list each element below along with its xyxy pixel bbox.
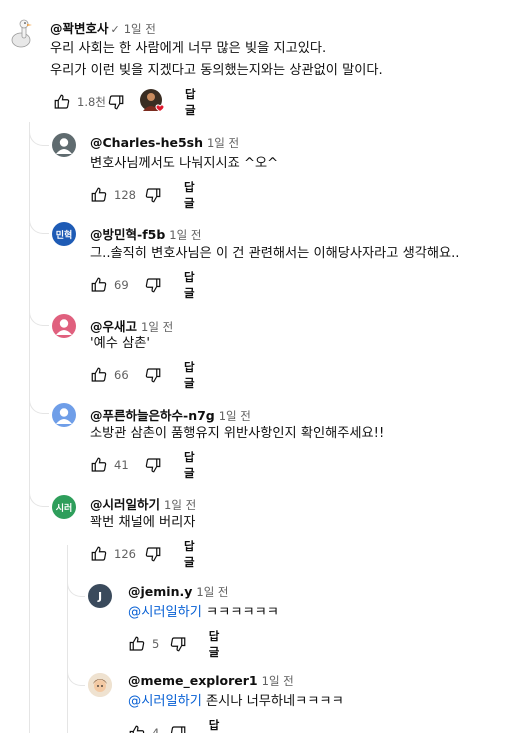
comment-text: 소방관 삼촌이 품행유지 위반사항인지 확인해주세요!! — [90, 426, 385, 441]
like-icon[interactable] — [53, 92, 71, 112]
comment-actions: 128 답글 — [90, 180, 203, 210]
comment-body: 존시나 너무하네ㅋㅋㅋㅋ — [201, 694, 344, 709]
comment-header: @meme_explorer1 1일 전 — [128, 673, 294, 689]
nested-connector — [67, 577, 85, 597]
goose-avatar-icon — [11, 19, 32, 48]
comment-text: @시러일하기 존시나 너무하네ㅋㅋㅋㅋ — [128, 691, 344, 713]
default-user-icon — [56, 319, 72, 335]
comment-header: @꽉변호사 ✓ 1일 전 — [50, 18, 156, 37]
character-avatar-icon — [88, 673, 112, 697]
avatar[interactable] — [88, 673, 112, 697]
author-name[interactable]: @시러일하기 — [90, 497, 160, 512]
like-icon[interactable] — [128, 723, 146, 733]
thread-connector — [29, 214, 49, 234]
nested-connector — [67, 666, 85, 686]
creator-heart-icon — [139, 89, 167, 115]
comment-text: 그..솔직히 변호사님은 이 건 관련해서는 이해당사자라고 생각해요.. — [90, 246, 460, 261]
comment-text: 꽉번 채널에 버리자 — [90, 515, 196, 530]
reply-button[interactable]: 답글 — [185, 86, 204, 118]
avatar[interactable] — [52, 403, 76, 427]
thread-connector — [29, 394, 49, 414]
thread-connector — [29, 306, 49, 326]
comment-time[interactable]: 1일 전 — [262, 674, 294, 688]
comment-actions: 69 답글 — [90, 270, 203, 300]
comment-time[interactable]: 1일 전 — [169, 228, 201, 242]
like-icon[interactable] — [90, 455, 108, 475]
comment-time[interactable]: 1일 전 — [141, 320, 173, 334]
comment-header: @jemin.y 1일 전 — [128, 584, 229, 600]
dislike-icon[interactable] — [144, 365, 162, 385]
default-user-icon — [56, 408, 72, 424]
comment-text-line: 우리가 이런 빚을 지겠다고 동의했는지와는 상관없이 말이다. — [50, 63, 383, 78]
like-count: 69 — [114, 278, 129, 292]
like-icon[interactable] — [90, 365, 108, 385]
like-icon[interactable] — [90, 544, 108, 564]
comment-actions: 66 답글 — [90, 360, 203, 390]
comment-actions: 41 답글 — [90, 450, 203, 480]
avatar[interactable] — [52, 314, 76, 338]
comment-actions: 1.8천 답글 — [53, 87, 204, 117]
mention-link[interactable]: @시러일하기 — [128, 605, 202, 620]
like-icon[interactable] — [90, 275, 108, 295]
comment-time[interactable]: 1일 전 — [164, 498, 196, 512]
reply-button[interactable]: 답글 — [209, 628, 227, 660]
avatar[interactable] — [52, 133, 76, 157]
like-count: 66 — [114, 368, 129, 382]
comment-header: @푸른하늘은하수-n7g 1일 전 — [90, 405, 251, 424]
comment-text: 변호사님께서도 나눠지시죠 ^오^ — [90, 156, 279, 171]
reply-button[interactable]: 답글 — [184, 269, 203, 301]
dislike-icon[interactable] — [144, 544, 162, 564]
like-count: 5 — [152, 637, 160, 651]
dislike-icon[interactable] — [169, 723, 187, 733]
avatar[interactable] — [6, 16, 38, 48]
like-count: 41 — [114, 458, 129, 472]
dislike-icon[interactable] — [107, 92, 125, 112]
comment-header: @Charles-he5sh 1일 전 — [90, 135, 239, 151]
comment-actions: 4 답글 — [128, 718, 227, 733]
reply-button[interactable]: 답글 — [184, 359, 203, 391]
comment-text-line: 우리 사회는 한 사람에게 너무 많은 빚을 지고있다. — [50, 41, 327, 56]
dislike-icon[interactable] — [144, 185, 162, 205]
comment-body: ㅋㅋㅋㅋㅋㅋ — [201, 605, 279, 620]
comment-time[interactable]: 1일 전 — [207, 136, 239, 150]
like-count: 128 — [114, 188, 136, 202]
mention-link[interactable]: @시러일하기 — [128, 694, 202, 709]
author-name[interactable]: @방민혁-f5b — [90, 227, 165, 242]
reply-button[interactable]: 답글 — [209, 717, 227, 733]
author-name[interactable]: @꽉변호사 — [50, 21, 109, 36]
author-name[interactable]: @jemin.y — [128, 584, 192, 599]
comment-text: '예수 삼촌' — [90, 336, 150, 351]
like-icon[interactable] — [128, 634, 146, 654]
avatar[interactable]: 민혁 — [52, 222, 76, 246]
dislike-icon[interactable] — [169, 634, 187, 654]
like-count: 126 — [114, 547, 136, 561]
reply-button[interactable]: 답글 — [184, 179, 203, 211]
nested-thread-line — [67, 545, 68, 733]
author-name[interactable]: @Charles-he5sh — [90, 135, 203, 150]
reply-button[interactable]: 답글 — [184, 449, 203, 481]
avatar[interactable]: 시러 — [52, 495, 76, 519]
checkmark-icon: ✓ — [110, 24, 120, 36]
author-name[interactable]: @우새고 — [90, 319, 137, 334]
avatar[interactable]: J — [88, 584, 112, 608]
comment-text: @시러일하기 ㅋㅋㅋㅋㅋㅋ — [128, 602, 279, 624]
comment-header: @시러일하기 1일 전 — [90, 494, 196, 513]
thread-connector — [29, 487, 49, 507]
dislike-icon[interactable] — [144, 455, 162, 475]
comment-time[interactable]: 1일 전 — [219, 409, 251, 423]
comment-actions: 126 답글 — [90, 539, 203, 569]
like-icon[interactable] — [90, 185, 108, 205]
comment-actions: 5 답글 — [128, 629, 227, 659]
thread-connector — [29, 126, 49, 146]
comment-header: @방민혁-f5b 1일 전 — [90, 224, 201, 243]
dislike-icon[interactable] — [144, 275, 162, 295]
author-name[interactable]: @푸른하늘은하수-n7g — [90, 408, 215, 423]
author-name[interactable]: @meme_explorer1 — [128, 673, 258, 688]
reply-button[interactable]: 답글 — [184, 538, 203, 570]
comment-time[interactable]: 1일 전 — [124, 22, 156, 36]
like-count: 1.8천 — [77, 95, 106, 109]
default-user-icon — [56, 138, 72, 154]
comment-time[interactable]: 1일 전 — [196, 585, 228, 599]
like-count: 4 — [152, 726, 160, 733]
